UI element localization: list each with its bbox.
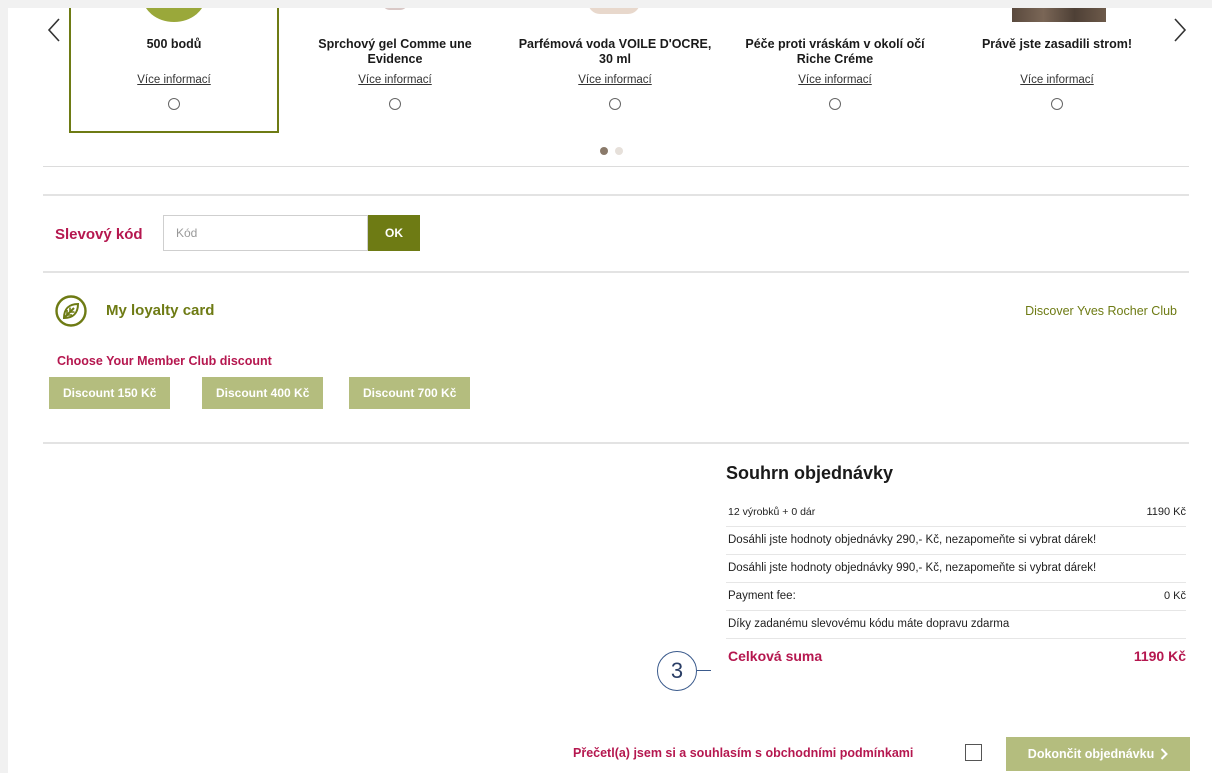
discount-150-button[interactable]: Discount 150 Kč xyxy=(49,377,171,409)
divider xyxy=(43,166,1189,167)
gift-radio[interactable] xyxy=(389,98,401,110)
finish-order-label: Dokončit objednávku xyxy=(1027,747,1155,761)
gift-image xyxy=(510,8,720,24)
gift-radio[interactable] xyxy=(1051,98,1063,110)
free-shipping-row: Díky zadanému slevovému kódu máte doprav… xyxy=(726,611,1186,639)
order-summary: Souhrn objednávky 12 výrobků + 0 dár 119… xyxy=(726,463,1186,670)
items-count-label: 12 výrobků + 0 dár xyxy=(728,506,816,518)
discount-400-button[interactable]: Discount 400 Kč xyxy=(202,377,324,409)
payment-fee-label: Payment fee: xyxy=(728,590,796,602)
annotation-callout: 3 xyxy=(657,651,697,691)
gift-card-perfume[interactable]: Parfémová voda VOILE D'OCRE, 30 ml Více … xyxy=(510,8,720,133)
total-label: Celková suma xyxy=(728,648,823,664)
gift-more-info-link[interactable]: Více informací xyxy=(290,74,500,86)
chevron-right-icon xyxy=(1174,18,1187,42)
gift-more-info-link[interactable]: Více informací xyxy=(730,74,940,86)
promo-code-input[interactable] xyxy=(163,215,368,251)
promo-code-label: Slevový kód xyxy=(55,226,143,243)
gift-card-eye-cream[interactable]: Péče proti vráskám v okolí očí Riche Cré… xyxy=(730,8,940,133)
gift-more-info-link[interactable]: Více informací xyxy=(71,74,277,86)
gift-title: Právě jste zasadili strom! xyxy=(981,37,1133,51)
gift-image xyxy=(71,8,277,24)
gift-radio[interactable] xyxy=(829,98,841,110)
gift-title: Parfémová voda VOILE D'OCRE, 30 ml xyxy=(518,37,712,66)
chevron-left-icon xyxy=(47,18,60,42)
divider xyxy=(43,194,1189,196)
gift-image xyxy=(730,8,940,24)
items-total-value: 1190 Kč xyxy=(1146,506,1186,518)
summary-items-row: 12 výrobků + 0 dár 1190 Kč xyxy=(726,499,1186,527)
loyalty-leaf-icon xyxy=(55,295,87,327)
gift-title: Péče proti vráskám v okolí očí Riche Cré… xyxy=(745,37,925,66)
terms-checkbox[interactable] xyxy=(965,744,982,761)
gift-message-text: Dosáhli jste hodnoty objednávky 290,- Kč… xyxy=(728,534,1097,546)
gift-radio[interactable] xyxy=(609,98,621,110)
checkout-page: 500 bodů Více informací Sprchový gel Com… xyxy=(8,8,1212,773)
finish-order-button[interactable]: Dokončit objednávku xyxy=(1006,737,1190,771)
carousel-dot-2[interactable] xyxy=(615,147,623,155)
free-shipping-text: Díky zadanému slevovému kódu máte doprav… xyxy=(728,618,1010,630)
gift-threshold-message-2: Dosáhli jste hodnoty objednávky 990,- Kč… xyxy=(726,555,1186,583)
discover-club-link[interactable]: Discover Yves Rocher Club xyxy=(1025,304,1177,318)
gift-card-points[interactable]: 500 bodů Více informací xyxy=(69,8,279,133)
chevron-right-icon xyxy=(1160,748,1169,760)
carousel-pagination xyxy=(600,147,623,155)
gift-image xyxy=(952,8,1162,24)
gift-radio[interactable] xyxy=(168,98,180,110)
carousel-dot-1[interactable] xyxy=(600,147,608,155)
gift-threshold-message-1: Dosáhli jste hodnoty objednávky 290,- Kč… xyxy=(726,527,1186,555)
total-row: Celková suma 1190 Kč xyxy=(726,639,1186,670)
gift-image xyxy=(290,8,500,24)
carousel-prev-arrow[interactable] xyxy=(44,16,64,44)
gift-more-info-link[interactable]: Více informací xyxy=(510,74,720,86)
divider xyxy=(43,271,1189,273)
gift-carousel: 500 bodů Více informací Sprchový gel Com… xyxy=(8,8,1212,166)
member-discount-label: Choose Your Member Club discount xyxy=(57,354,272,368)
divider xyxy=(43,442,1189,444)
total-value: 1190 Kč xyxy=(1133,648,1186,664)
annotation-leader-line xyxy=(697,670,711,672)
discount-700-button[interactable]: Discount 700 Kč xyxy=(349,377,471,409)
promo-ok-button[interactable]: OK xyxy=(368,215,420,251)
loyalty-card-title: My loyalty card xyxy=(106,302,215,319)
gift-card-shower-gel[interactable]: Sprchový gel Comme une Evidence Více inf… xyxy=(290,8,500,133)
terms-agreement-label[interactable]: Přečetl(a) jsem si a souhlasím s obchodn… xyxy=(573,746,913,760)
gift-more-info-link[interactable]: Více informací xyxy=(952,74,1162,86)
gift-title: 500 bodů xyxy=(146,37,202,51)
carousel-next-arrow[interactable] xyxy=(1170,16,1190,44)
summary-title: Souhrn objednávky xyxy=(726,463,894,483)
payment-fee-row: Payment fee: 0 Kč xyxy=(726,583,1186,611)
gift-message-text: Dosáhli jste hodnoty objednávky 990,- Kč… xyxy=(728,562,1097,574)
gift-title: Sprchový gel Comme une Evidence xyxy=(318,37,472,66)
payment-fee-value: 0 Kč xyxy=(1163,590,1186,602)
gift-card-tree[interactable]: Právě jste zasadili strom! Více informac… xyxy=(952,8,1162,133)
